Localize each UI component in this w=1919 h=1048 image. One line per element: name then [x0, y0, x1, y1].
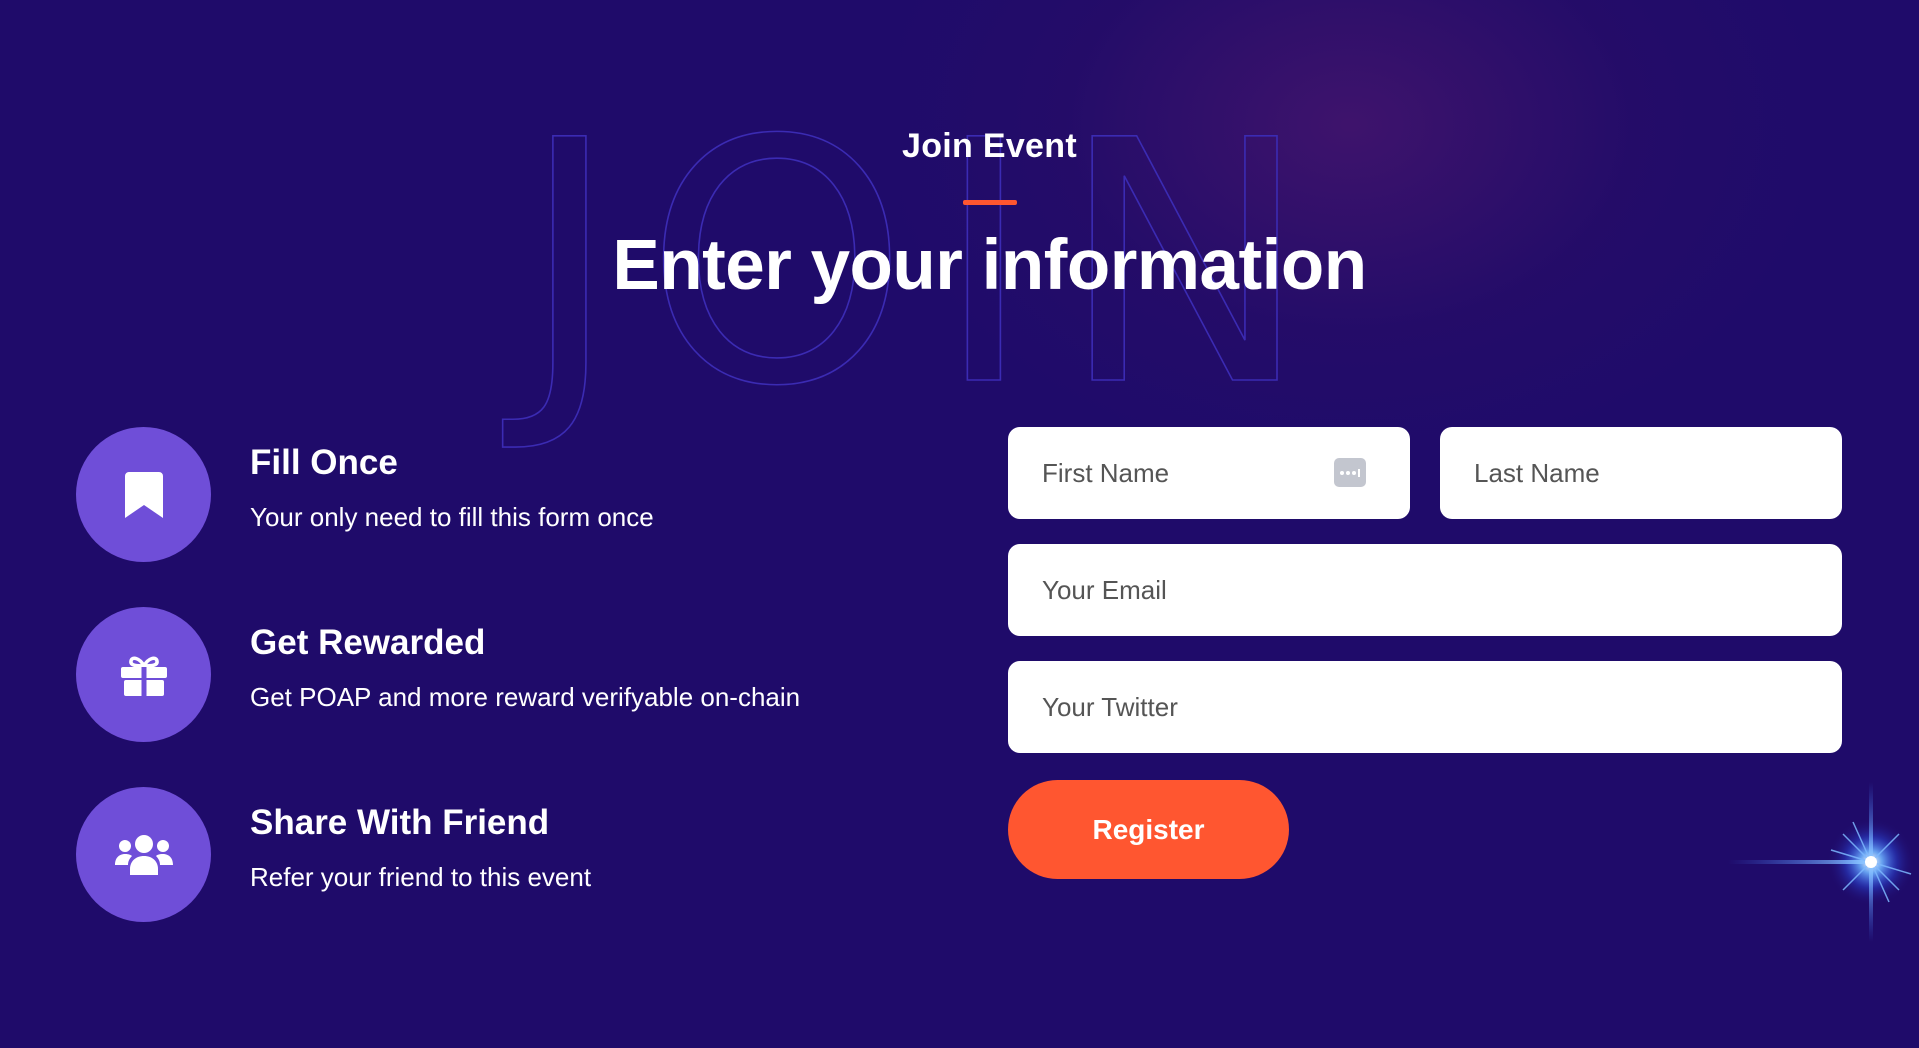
last-name-input[interactable]: [1440, 427, 1842, 519]
feature-item-fill-once: Fill Once Your only need to fill this fo…: [76, 427, 906, 562]
twitter-input[interactable]: [1008, 661, 1842, 753]
feature-item-get-rewarded: Get Rewarded Get POAP and more reward ve…: [76, 607, 906, 742]
bookmark-icon: [124, 471, 163, 518]
users-icon: [114, 834, 173, 875]
kicker-underline: [963, 200, 1017, 205]
feature-icon-circle: [76, 427, 211, 562]
feature-description: Refer your friend to this event: [250, 862, 592, 892]
feature-icon-circle: [76, 607, 211, 742]
section-kicker: Join Event: [902, 127, 1077, 165]
feature-item-share-with-friend: Share With Friend Refer your friend to t…: [76, 787, 906, 922]
register-button[interactable]: Register: [1008, 780, 1289, 879]
gift-icon: [120, 656, 167, 696]
feature-title: Share With Friend: [250, 803, 550, 842]
feature-title: Fill Once: [250, 443, 398, 482]
dots-icon: [1340, 468, 1360, 477]
feature-description: Your only need to fill this form once: [250, 502, 654, 532]
sparkle-decoration: [1728, 782, 1915, 942]
feature-description: Get POAP and more reward verifyable on-c…: [250, 682, 801, 712]
page-title: Enter your information: [612, 226, 1367, 305]
email-input[interactable]: [1008, 544, 1842, 636]
feature-title: Get Rewarded: [250, 623, 486, 662]
feature-icon-circle: [76, 787, 211, 922]
password-manager-icon[interactable]: [1334, 458, 1366, 487]
